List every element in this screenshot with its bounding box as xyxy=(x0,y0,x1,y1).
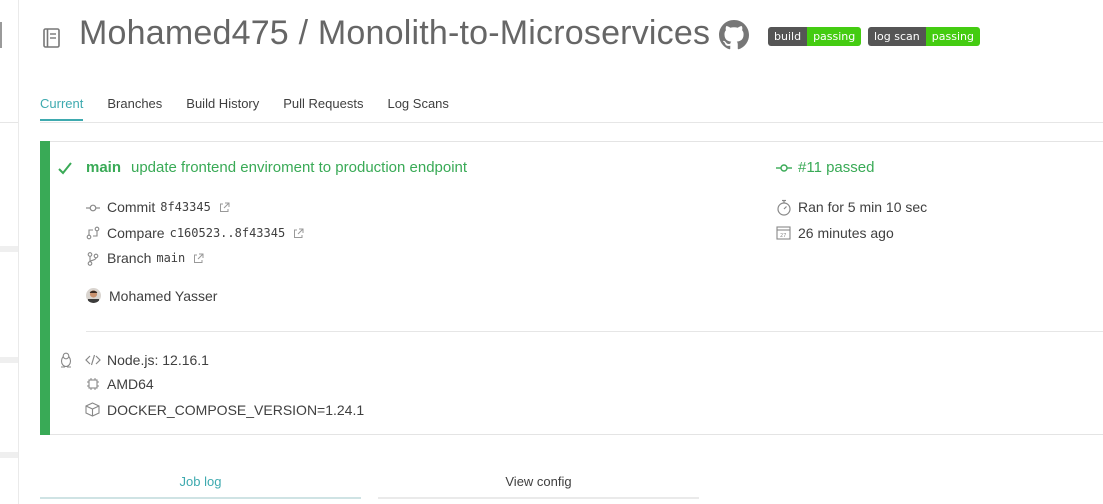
commit-row[interactable]: Commit 8f43345 xyxy=(107,199,230,215)
job-language: Node.js: 12.16.1 xyxy=(107,352,209,368)
avatar xyxy=(86,288,101,303)
tab-view-config[interactable]: View config xyxy=(378,474,699,489)
repo-title: Mohamed475 / Monolith-to-Microservices xyxy=(79,14,711,52)
github-icon[interactable] xyxy=(719,20,749,50)
cpu-icon xyxy=(87,378,99,390)
finished-time: 26 minutes ago xyxy=(798,225,894,241)
external-link-icon[interactable] xyxy=(193,253,204,264)
stopwatch-icon xyxy=(777,199,791,216)
build-duration: Ran for 5 min 10 sec xyxy=(798,199,928,215)
branch-value[interactable]: main xyxy=(156,251,185,265)
view-config-underline xyxy=(378,497,699,499)
tab-job-log[interactable]: Job log xyxy=(40,474,361,489)
commit-icon xyxy=(86,204,100,212)
build-number-icon xyxy=(776,164,792,172)
package-icon xyxy=(85,402,100,417)
commit-message: update frontend enviroment to production… xyxy=(131,159,468,176)
job-env: DOCKER_COMPOSE_VERSION=1.24.1 xyxy=(107,402,365,418)
rail-tick xyxy=(0,357,18,363)
svg-text:27: 27 xyxy=(780,233,786,239)
tab-build-history[interactable]: Build History xyxy=(186,96,259,121)
compare-row[interactable]: Compare c160523..8f43345 xyxy=(107,225,304,241)
build-number[interactable]: #11 passed xyxy=(798,159,874,176)
linux-icon xyxy=(60,352,72,368)
badge-key: build xyxy=(768,27,808,46)
branch-row[interactable]: Branch main xyxy=(107,250,204,266)
rail-tick xyxy=(0,452,18,458)
card-divider xyxy=(86,331,1103,332)
repo-tabs: Current Branches Build History Pull Requ… xyxy=(40,96,473,121)
tabs-divider xyxy=(40,122,1103,123)
badge-value: passing xyxy=(925,27,980,46)
job-arch: AMD64 xyxy=(107,376,154,392)
tab-current[interactable]: Current xyxy=(40,96,84,121)
left-rail xyxy=(0,0,19,504)
compare-icon xyxy=(86,226,100,240)
commit-sha[interactable]: 8f43345 xyxy=(160,200,211,214)
external-link-icon[interactable] xyxy=(219,202,230,213)
tab-log-scans[interactable]: Log Scans xyxy=(387,96,448,121)
job-log-underline xyxy=(40,497,361,499)
branch-icon xyxy=(87,252,99,266)
badge-key: log scan xyxy=(868,27,926,46)
external-link-icon[interactable] xyxy=(293,228,304,239)
badge-value: passing xyxy=(807,27,862,46)
commit-label: Commit xyxy=(107,199,156,215)
rail-marker xyxy=(0,22,2,48)
rail-divider xyxy=(0,122,18,123)
check-icon xyxy=(58,162,72,175)
compare-label: Compare xyxy=(107,225,165,241)
compare-range[interactable]: c160523..8f43345 xyxy=(170,226,286,240)
branch-link[interactable]: main xyxy=(86,159,121,176)
repo-icon xyxy=(43,28,60,48)
rail-tick xyxy=(0,246,18,252)
branch-label: Branch xyxy=(107,250,152,266)
tab-pull-requests[interactable]: Pull Requests xyxy=(283,96,363,121)
code-icon xyxy=(85,354,101,366)
tab-branches[interactable]: Branches xyxy=(107,96,162,121)
author-name: Mohamed Yasser xyxy=(109,288,218,304)
build-badge[interactable]: build passing xyxy=(768,27,862,46)
status-stripe xyxy=(40,141,50,435)
calendar-icon: 27 xyxy=(776,226,791,240)
log-scan-badge[interactable]: log scan passing xyxy=(868,27,980,46)
